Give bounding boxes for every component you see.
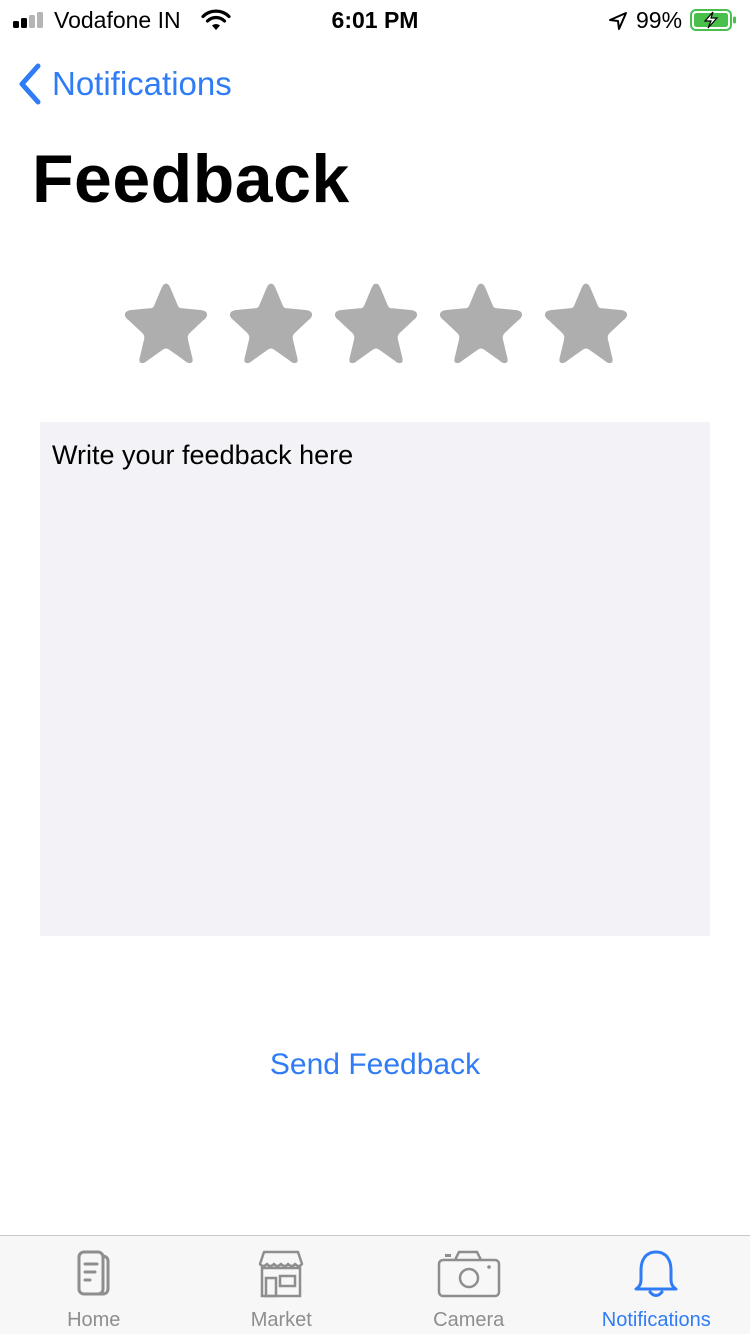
page-title: Feedback — [32, 141, 350, 217]
star-icon[interactable] — [540, 280, 632, 364]
battery-charging-icon — [690, 9, 736, 31]
location-arrow-icon — [609, 12, 627, 30]
star-icon[interactable] — [225, 280, 317, 364]
home-icon — [77, 1250, 110, 1296]
chevron-left-icon — [19, 63, 41, 105]
tab-market[interactable]: Market — [188, 1236, 376, 1334]
tab-camera[interactable]: Camera — [375, 1236, 563, 1334]
star-icon[interactable] — [120, 280, 212, 364]
back-button-label: Notifications — [52, 65, 232, 102]
tab-bar: Home Market Camera Notifications — [0, 1235, 750, 1334]
battery-percentage: 99% — [636, 7, 683, 33]
star-rating — [120, 280, 632, 364]
tab-notifications[interactable]: Notifications — [563, 1236, 750, 1334]
tab-label: Notifications — [601, 1309, 711, 1331]
tab-home[interactable]: Home — [0, 1236, 188, 1334]
bell-icon — [634, 1250, 678, 1297]
tab-label: Market — [250, 1309, 312, 1331]
market-icon — [259, 1250, 304, 1298]
camera-icon — [437, 1250, 500, 1298]
send-feedback-button[interactable]: Send Feedback — [0, 1048, 750, 1082]
feedback-textarea[interactable]: Write your feedback here — [40, 422, 710, 936]
star-icon[interactable] — [435, 280, 527, 364]
status-bar: Vodafone IN 6:01 PM 99% — [0, 0, 750, 40]
back-button[interactable]: Notifications — [14, 60, 232, 108]
star-icon[interactable] — [330, 280, 422, 364]
tab-label: Home — [67, 1309, 121, 1331]
tab-label: Camera — [433, 1309, 505, 1331]
feedback-placeholder: Write your feedback here — [52, 440, 354, 470]
